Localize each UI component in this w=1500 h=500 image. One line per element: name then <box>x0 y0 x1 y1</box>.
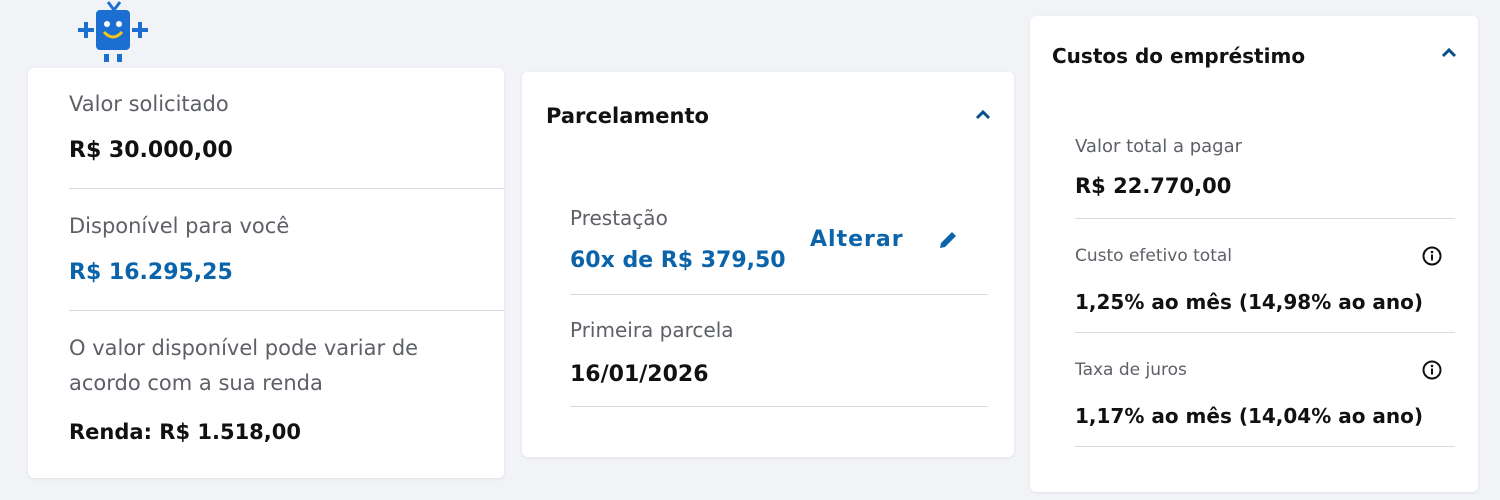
info-icon[interactable] <box>1422 246 1442 266</box>
available-label: Disponível para você <box>69 214 290 238</box>
payment-value: 60x de R$ 379,50 <box>570 248 786 273</box>
chevron-up-icon[interactable] <box>1440 46 1458 60</box>
total-value: R$ 22.770,00 <box>1075 174 1232 198</box>
total-label: Valor total a pagar <box>1075 136 1243 157</box>
rate-value: 1,17% ao mês (14,04% ao ano) <box>1075 404 1424 428</box>
installments-card: Parcelamento Prestação 60x de R$ 379,50 … <box>522 72 1014 457</box>
requested-label: Valor solicitado <box>69 92 229 116</box>
change-button[interactable]: Alterar <box>810 227 904 252</box>
first-installment-label: Primeira parcela <box>570 318 734 342</box>
loan-summary-card: Valor solicitado R$ 30.000,00 Disponível… <box>28 68 504 478</box>
divider <box>570 406 988 407</box>
divider <box>570 294 988 295</box>
divider <box>1075 218 1455 219</box>
note-line-1: O valor disponível pode variar de <box>69 336 419 360</box>
costs-title: Custos do empréstimo <box>1052 44 1306 68</box>
divider <box>1075 446 1455 447</box>
payment-label: Prestação <box>570 206 668 230</box>
loan-costs-card: Custos do empréstimo Valor total a pagar… <box>1030 16 1478 492</box>
income-value: Renda: R$ 1.518,00 <box>69 420 301 444</box>
installments-title: Parcelamento <box>546 104 709 128</box>
info-icon[interactable] <box>1422 360 1442 380</box>
first-installment-value: 16/01/2026 <box>570 362 709 387</box>
divider <box>69 188 504 189</box>
note-line-2: acordo com a sua renda <box>69 371 323 395</box>
mascot-icon <box>78 1 148 62</box>
divider <box>1075 332 1455 333</box>
rate-label: Taxa de juros <box>1075 360 1187 380</box>
requested-value: R$ 30.000,00 <box>69 138 233 163</box>
divider <box>69 310 504 311</box>
available-value: R$ 16.295,25 <box>69 260 233 285</box>
pencil-icon[interactable] <box>936 228 960 252</box>
chevron-up-icon[interactable] <box>974 108 992 122</box>
cet-value: 1,25% ao mês (14,98% ao ano) <box>1075 290 1424 314</box>
cet-label: Custo efetivo total <box>1075 246 1233 266</box>
